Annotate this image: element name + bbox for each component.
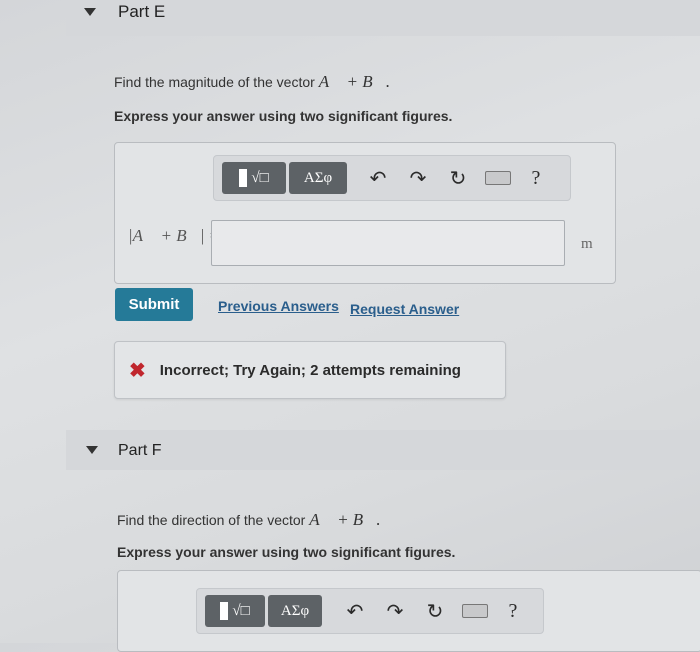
part-e-math-toolbar: √□ ΑΣφ ↶ ↷ ↻ ?: [213, 155, 571, 201]
prompt-text: Find the magnitude of the vector: [114, 74, 319, 90]
help-icon[interactable]: ?: [520, 167, 552, 190]
submit-button[interactable]: Submit: [115, 288, 193, 321]
template-button[interactable]: √□: [205, 595, 265, 627]
greek-symbols-button[interactable]: ΑΣφ: [289, 162, 347, 194]
part-f-prompt: Find the direction of the vector A⃗ + B⃗…: [117, 510, 381, 530]
undo-icon[interactable]: ↶: [339, 599, 371, 624]
incorrect-x-icon: ✖: [129, 359, 146, 382]
previous-answers-link[interactable]: Previous Answers: [218, 298, 339, 314]
answer-input[interactable]: [211, 220, 565, 266]
equation-label: |A⃗ + B⃗| =: [128, 226, 221, 245]
template-button[interactable]: √□: [222, 162, 286, 194]
redo-icon[interactable]: ↷: [402, 166, 434, 191]
greek-symbols-label: ΑΣφ: [280, 602, 310, 619]
redo-icon[interactable]: ↷: [379, 599, 411, 624]
sqrt-template-icon: √□: [232, 602, 250, 619]
feedback-box: ✖ Incorrect; Try Again; 2 attempts remai…: [114, 341, 506, 399]
reset-icon[interactable]: ↻: [442, 166, 474, 191]
undo-icon[interactable]: ↶: [362, 166, 394, 191]
part-e-label: Part E: [118, 2, 166, 21]
request-answer-link[interactable]: Request Answer: [350, 301, 459, 317]
keyboard-icon[interactable]: [459, 604, 491, 618]
unit-label: m: [581, 236, 593, 252]
part-f-math-toolbar: √□ ΑΣφ ↶ ↷ ↻ ?: [196, 588, 544, 634]
template-bar-icon: [220, 602, 229, 620]
collapse-triangle-icon[interactable]: [84, 8, 96, 16]
feedback-text: Incorrect; Try Again; 2 attempts remaini…: [159, 361, 461, 379]
part-f-label: Part F: [118, 442, 162, 459]
part-e-instruction: Express your answer using two significan…: [114, 108, 453, 124]
part-e-prompt: Find the magnitude of the vector A⃗ + B⃗…: [114, 72, 390, 92]
vector-sum-math: A⃗ + B⃗.: [309, 510, 381, 529]
template-bar-icon: [239, 169, 248, 187]
greek-symbols-button[interactable]: ΑΣφ: [268, 595, 322, 627]
vector-sum-math: A⃗ + B⃗.: [318, 72, 391, 91]
collapse-triangle-icon[interactable]: [86, 446, 98, 454]
keyboard-icon[interactable]: [482, 171, 514, 185]
part-f-instruction: Express your answer using two significan…: [117, 544, 456, 560]
sqrt-template-icon: √□: [251, 169, 269, 186]
greek-symbols-label: ΑΣφ: [303, 169, 333, 186]
help-icon[interactable]: ?: [497, 600, 529, 623]
reset-icon[interactable]: ↻: [419, 599, 451, 624]
prompt-text: Find the direction of the vector: [117, 512, 310, 528]
